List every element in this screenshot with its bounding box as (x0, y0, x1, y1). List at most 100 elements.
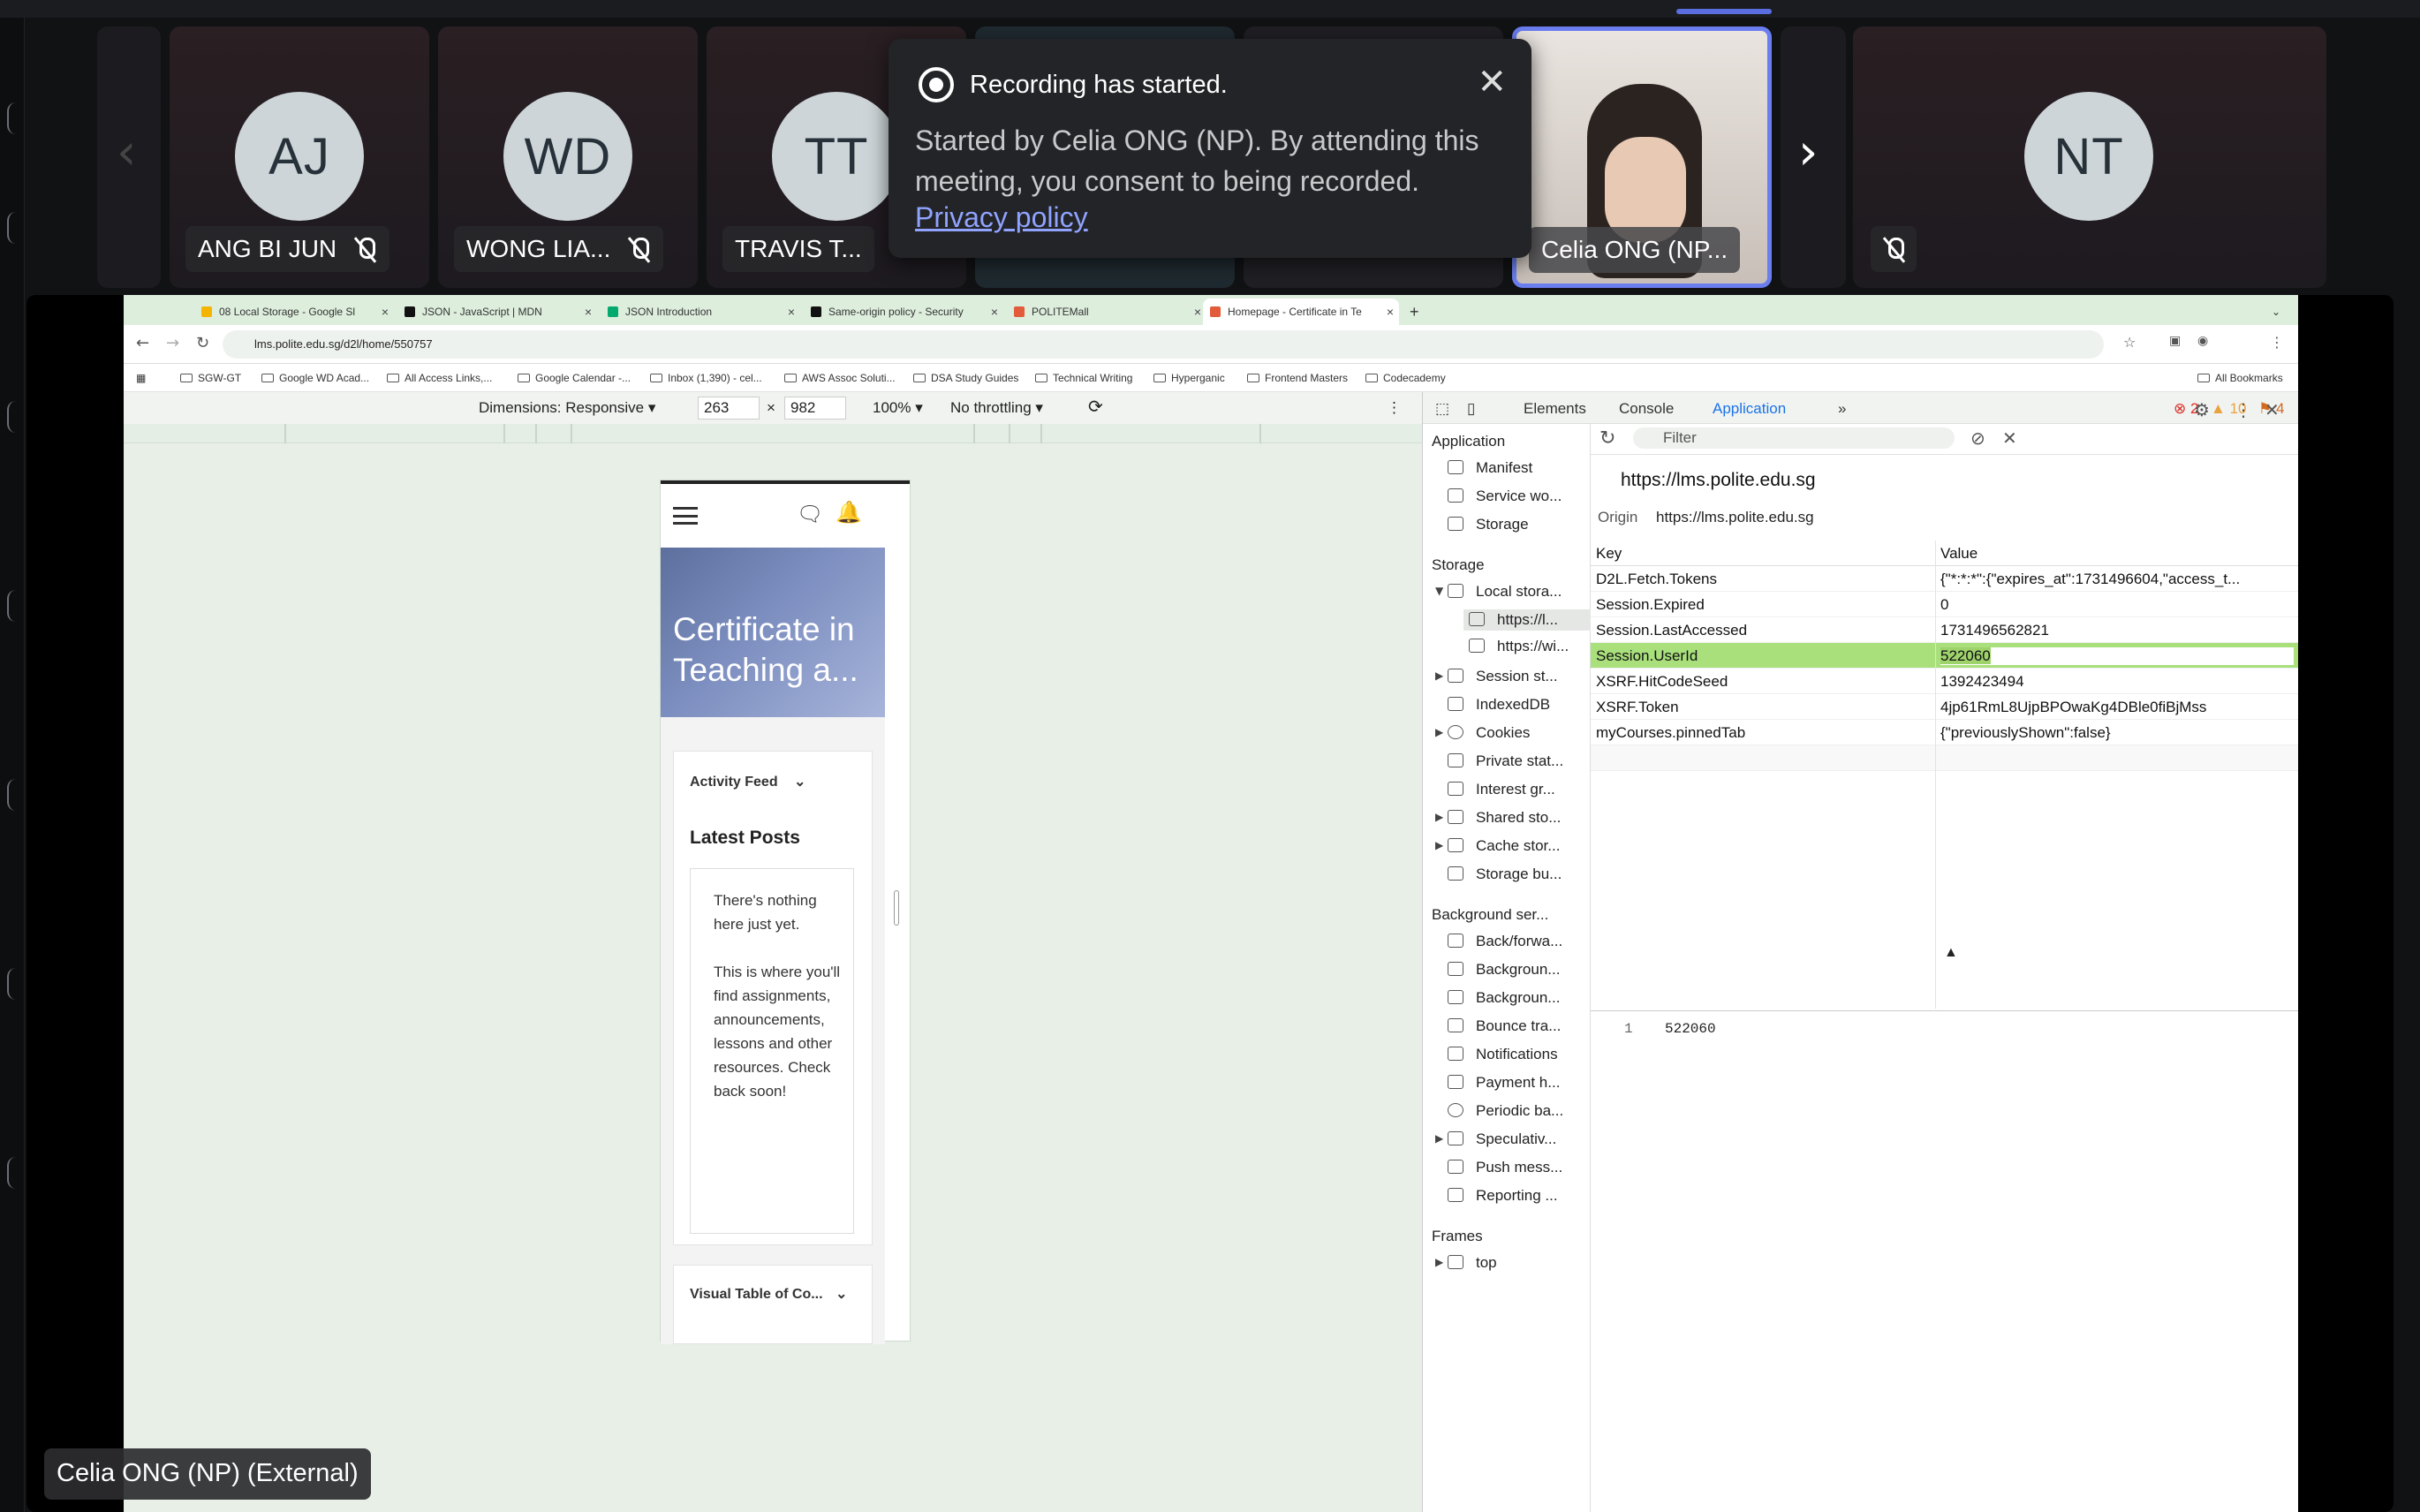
sidebar-cache-storage[interactable]: Cache stor... (1448, 837, 1560, 855)
bookmark-item[interactable]: SGW-GT (180, 372, 241, 384)
delete-selected-icon[interactable]: ✕ (2002, 427, 2017, 449)
sidebar-local-storage-origin[interactable]: https://wi... (1469, 638, 1569, 655)
rail-icon[interactable] (7, 212, 16, 244)
rail-icon[interactable] (7, 968, 16, 1000)
rotate-icon[interactable]: ⟳ (1088, 396, 1103, 418)
bookmark-item[interactable]: AWS Assoc Soluti... (784, 372, 896, 384)
bookmark-item[interactable]: Hyperganic (1153, 372, 1225, 384)
url-input[interactable]: lms.polite.edu.sg/d2l/home/550757 (223, 330, 2104, 359)
rail-icon[interactable] (7, 590, 16, 622)
sidebar-payment-handler[interactable]: Payment h... (1448, 1074, 1560, 1092)
extensions-icon[interactable]: ▣ (2169, 334, 2181, 348)
sidebar-shared-storage[interactable]: Shared sto... (1448, 809, 1561, 827)
browser-tab[interactable]: Same-origin policy - Security × (804, 299, 1003, 325)
prev-page-tile[interactable]: ‹ (97, 26, 161, 288)
sidebar-indexeddb[interactable]: IndexedDB (1448, 696, 1550, 714)
back-icon[interactable]: ← (136, 334, 149, 352)
sidebar-service-workers[interactable]: Service wo... (1448, 488, 1562, 505)
resize-handle[interactable] (894, 890, 899, 926)
bookmark-item[interactable]: Inbox (1,390) - cel... (650, 372, 762, 384)
bookmark-item[interactable]: Frontend Masters (1247, 372, 1348, 384)
width-input[interactable]: 263 (698, 397, 760, 420)
row-value-editing[interactable]: 522060 (1940, 647, 2294, 665)
sidebar-storage[interactable]: Storage (1448, 516, 1529, 533)
sidebar-periodic-sync[interactable]: Periodic ba... (1448, 1102, 1563, 1120)
forward-icon[interactable]: → (166, 334, 179, 352)
clear-all-icon[interactable]: ⊘ (1970, 427, 1985, 449)
table-row[interactable]: myCourses.pinnedTab {"previouslyShown":fa… (1591, 720, 2298, 745)
dimensions-select[interactable]: Dimensions: Responsive ▾ (479, 399, 655, 417)
height-input[interactable]: 982 (784, 397, 846, 420)
bookmark-item[interactable]: Codecademy (1365, 372, 1446, 384)
close-icon[interactable]: × (1387, 305, 1394, 319)
zoom-select[interactable]: 100% ▾ (873, 399, 923, 417)
close-icon[interactable]: × (788, 305, 795, 319)
sidebar-local-storage-origin[interactable]: https://l... (1463, 609, 1591, 631)
menu-icon[interactable]: ⋮ (2270, 334, 2284, 351)
apps-icon[interactable]: ▦ (136, 372, 146, 384)
close-icon[interactable]: × (382, 305, 389, 319)
settings-icon[interactable]: ⚙ (2194, 399, 2210, 420)
participant-tile[interactable]: WD WONG LIA... (438, 26, 698, 288)
sidebar-storage-buckets[interactable]: Storage bu... (1448, 866, 1562, 883)
throttle-select[interactable]: No throttling ▾ (950, 399, 1043, 417)
bookmark-item[interactable]: Google WD Acad... (261, 372, 369, 384)
sidebar-session-storage[interactable]: Session st... (1448, 668, 1558, 685)
sidebar-background-fetch[interactable]: Backgroun... (1448, 961, 1560, 979)
chat-icon[interactable]: 🗨 (797, 502, 823, 526)
sidebar-interest-groups[interactable]: Interest gr... (1448, 781, 1555, 798)
device-icon[interactable]: ▯ (1467, 400, 1475, 418)
browser-tab[interactable]: 08 Local Storage - Google Sl × (194, 299, 394, 325)
close-icon[interactable]: × (991, 305, 998, 319)
sidebar-private-state[interactable]: Private stat... (1448, 752, 1563, 770)
tab-search-icon[interactable]: ⌄ (2265, 299, 2289, 325)
tab-application[interactable]: Application (1713, 400, 1787, 426)
sidebar-reporting-api[interactable]: Reporting ... (1448, 1187, 1558, 1205)
sidebar-local-storage[interactable]: Local stora... (1448, 583, 1562, 601)
sidebar-manifest[interactable]: Manifest (1448, 459, 1532, 477)
participant-tile[interactable]: AJ ANG BI JUN (170, 26, 429, 288)
sidebar-background-sync[interactable]: Backgroun... (1448, 989, 1560, 1007)
browser-tab[interactable]: JSON Introduction × (601, 299, 800, 325)
bookmark-item[interactable]: All Access Links,... (387, 372, 492, 384)
table-row[interactable]: XSRF.Token 4jp61RmL8UjpBPOwaKg4DBle0fiBjM… (1591, 694, 2298, 720)
sidebar-bfcache[interactable]: Back/forwa... (1448, 933, 1562, 950)
sidebar-notifications[interactable]: Notifications (1448, 1046, 1558, 1063)
refresh-icon[interactable]: ↻ (1599, 427, 1615, 450)
privacy-policy-link[interactable]: Privacy policy (915, 201, 1088, 234)
close-devtools-icon[interactable]: ✕ (2265, 399, 2280, 420)
table-row[interactable]: Session.LastAccessed 1731496562821 (1591, 617, 2298, 643)
sidebar-cookies[interactable]: Cookies (1448, 724, 1530, 742)
activity-feed-toggle[interactable]: Activity Feed ⌄ (690, 773, 805, 790)
sidebar-speculative-loads[interactable]: Speculativ... (1448, 1130, 1556, 1148)
browser-tab[interactable]: JSON - JavaScript | MDN × (397, 299, 597, 325)
visual-toc-toggle[interactable]: Visual Table of Co... ⌄ (690, 1285, 847, 1303)
bookmark-item[interactable]: DSA Study Guides (913, 372, 1018, 384)
close-icon[interactable]: × (585, 305, 592, 319)
sidebar-frame-top[interactable]: top (1448, 1254, 1497, 1272)
table-row[interactable]: XSRF.HitCodeSeed 1392423494 (1591, 669, 2298, 694)
browser-tab-active[interactable]: Homepage - Certificate in Te × (1203, 299, 1399, 325)
rail-icon[interactable] (7, 1157, 16, 1189)
bell-icon[interactable]: 🔔 (836, 500, 862, 525)
chevron-right-icon[interactable]: › (1798, 124, 1818, 181)
filter-input[interactable]: Filter (1633, 427, 1955, 449)
more-icon[interactable]: ⋮ (1387, 399, 1402, 417)
inspect-icon[interactable]: ⬚ (1435, 400, 1449, 418)
all-bookmarks[interactable]: All Bookmarks (2197, 372, 2283, 384)
close-icon[interactable]: × (1194, 305, 1201, 319)
table-row[interactable]: Session.Expired 0 (1591, 592, 2298, 617)
next-page-tile[interactable]: › (1781, 26, 1846, 288)
profile-icon[interactable]: ◉ (2197, 334, 2208, 348)
star-icon[interactable]: ☆ (2123, 334, 2136, 351)
bookmark-item[interactable]: Technical Writing (1035, 372, 1132, 384)
tab-elements[interactable]: Elements (1524, 400, 1586, 418)
bookmark-item[interactable]: Google Calendar -... (518, 372, 631, 384)
active-speaker-tile[interactable]: Celia ONG (NP... (1512, 26, 1772, 288)
reload-icon[interactable]: ↻ (196, 334, 209, 352)
new-tab-button[interactable]: + (1403, 299, 1429, 325)
table-row[interactable]: D2L.Fetch.Tokens {"*:*:*":{"expires_at":1… (1591, 566, 2298, 592)
rail-icon[interactable] (7, 779, 16, 811)
tab-console[interactable]: Console (1619, 400, 1674, 418)
rail-icon[interactable] (7, 102, 16, 134)
